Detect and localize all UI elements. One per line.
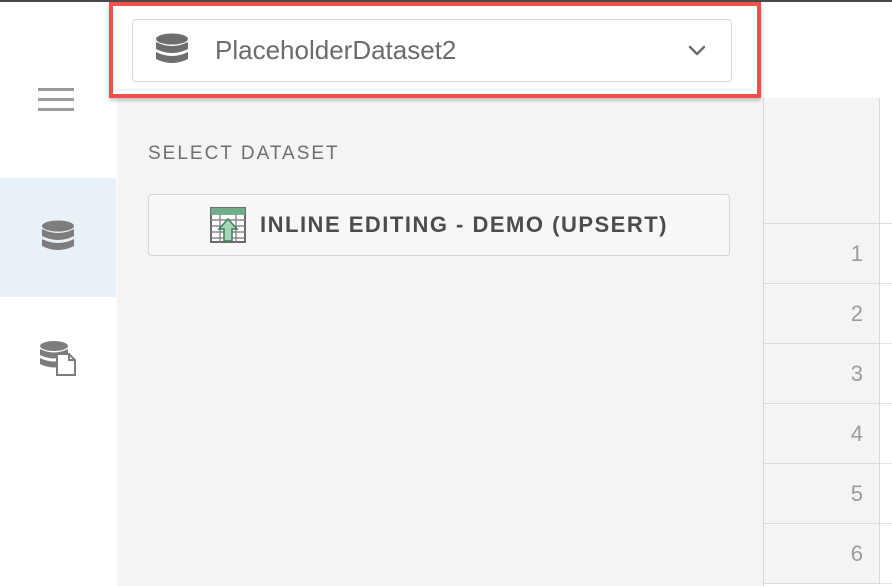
grid-cell[interactable] xyxy=(880,344,892,404)
row-number[interactable]: 6 xyxy=(764,524,880,584)
menu-button[interactable] xyxy=(28,78,84,122)
spreadsheet-upload-icon xyxy=(210,207,246,243)
grid-cell[interactable] xyxy=(880,524,892,584)
grid-corner-header xyxy=(764,98,880,224)
database-icon xyxy=(42,220,74,250)
grid-cell[interactable] xyxy=(880,224,892,284)
row-number[interactable]: 3 xyxy=(764,344,880,404)
sidebar xyxy=(0,2,118,586)
grid-cell[interactable] xyxy=(880,404,892,464)
grid-cell[interactable] xyxy=(880,284,892,344)
row-number[interactable]: 1 xyxy=(764,224,880,284)
row-number[interactable]: 2 xyxy=(764,284,880,344)
row-number[interactable]: 4 xyxy=(764,404,880,464)
grid-cells xyxy=(880,98,892,586)
dropdown-heading: SELECT DATASET xyxy=(148,143,340,164)
app-root: SELECT DATASET INLINE EDITING - DEMO (UP… xyxy=(0,0,892,586)
dataset-select[interactable]: PlaceholderDataset2 xyxy=(132,19,732,82)
sidebar-item-datasets[interactable] xyxy=(0,178,116,297)
grid-row-headers: 1 2 3 4 5 6 xyxy=(764,224,880,584)
grid-cell[interactable] xyxy=(880,464,892,524)
database-file-icon xyxy=(40,340,76,376)
selected-dataset-value: PlaceholderDataset2 xyxy=(215,35,457,65)
hamburger-menu-icon xyxy=(38,88,74,111)
sidebar-item-dataset-files[interactable] xyxy=(0,298,116,417)
grid-header-cell[interactable] xyxy=(880,98,892,224)
data-grid: 1 2 3 4 5 6 xyxy=(764,98,892,586)
dataset-dropdown-panel: SELECT DATASET INLINE EDITING - DEMO (UP… xyxy=(117,98,764,586)
dataset-option-label: INLINE EDITING - DEMO (UPSERT) xyxy=(260,212,668,237)
row-number[interactable]: 5 xyxy=(764,464,880,524)
database-icon xyxy=(156,33,188,63)
chevron-down-icon[interactable] xyxy=(687,40,707,60)
dataset-option[interactable]: INLINE EDITING - DEMO (UPSERT) xyxy=(148,194,730,256)
